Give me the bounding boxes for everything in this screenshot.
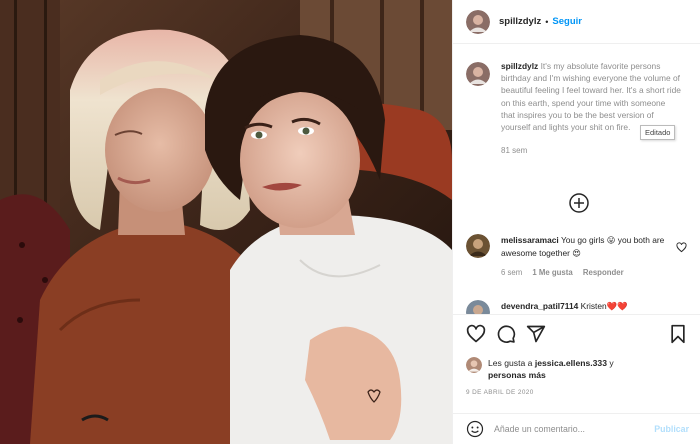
liker-username[interactable]: jessica.ellens.333 <box>535 358 607 368</box>
post-side-panel: spillzdylz • Seguir spillzdylz It's my a… <box>452 0 700 444</box>
caption-body: spillzdylz It's my absolute favorite per… <box>501 60 681 157</box>
caption-avatar[interactable] <box>466 62 490 86</box>
reply-button[interactable]: Responder <box>583 268 624 277</box>
author-username[interactable]: spillzdylz <box>499 16 541 27</box>
caption-username[interactable]: spillzdylz <box>501 61 538 71</box>
follow-button[interactable]: Seguir <box>552 16 582 27</box>
author-avatar[interactable] <box>466 9 490 34</box>
liker-avatar[interactable] <box>466 357 482 373</box>
likes-text: Les gusta a jessica.ellens.333 y persona… <box>488 357 614 381</box>
publish-button[interactable]: Publicar <box>654 424 689 434</box>
comments-list: melissaramaci You go girls 😛 you both ar… <box>453 226 700 314</box>
comment-meta: 6 sem 1 Me gusta Responder <box>501 267 671 280</box>
post-caption: spillzdylz It's my absolute favorite per… <box>466 60 694 157</box>
share-icon[interactable] <box>526 324 546 344</box>
emoji-icon[interactable] <box>466 420 484 438</box>
post-actions: Les gusta a jessica.ellens.333 y persona… <box>453 314 700 442</box>
comment-body: devendra_patil7114 Kristen❤️❤️ <box>501 300 671 314</box>
heart-icon[interactable] <box>466 324 486 344</box>
comment-avatar[interactable] <box>466 234 490 258</box>
bookmark-icon[interactable] <box>668 324 688 344</box>
comment-likes[interactable]: 1 Me gusta <box>532 268 572 277</box>
comment-username[interactable]: melissaramaci <box>501 235 559 245</box>
add-comment-bar: Publicar <box>453 413 700 443</box>
edited-tooltip: Editado <box>640 125 676 140</box>
likes-others-link[interactable]: personas más <box>488 370 546 380</box>
comment-item: melissaramaci You go girls 😛 you both ar… <box>466 234 694 280</box>
likes-prefix: Les gusta a <box>488 358 533 368</box>
comment-time[interactable]: 6 sem <box>501 268 522 277</box>
comment-body: melissaramaci You go girls 😛 you both ar… <box>501 234 671 280</box>
comment-input[interactable] <box>494 423 644 434</box>
likes-suffix: y <box>609 358 614 368</box>
plus-circle-icon <box>569 193 589 213</box>
header-separator: • <box>545 16 549 27</box>
comment-icon[interactable] <box>496 324 516 344</box>
heart-icon[interactable] <box>676 242 687 253</box>
comment-avatar[interactable] <box>466 300 490 314</box>
post-image <box>0 0 452 444</box>
caption-time[interactable]: 81 sem <box>501 145 681 157</box>
caption-text: It's my absolute favorite persons birthd… <box>501 61 681 133</box>
comment-item: devendra_patil7114 Kristen❤️❤️ <box>466 300 694 314</box>
comment-text: Kristen❤️❤️ <box>580 301 628 311</box>
instagram-post: spillzdylz • Seguir spillzdylz It's my a… <box>0 0 700 444</box>
likes-summary: Les gusta a jessica.ellens.333 y persona… <box>466 357 614 381</box>
post-header: spillzdylz • Seguir <box>453 0 700 44</box>
load-more-comments-button[interactable] <box>568 192 590 214</box>
post-date[interactable]: 9 DE ABRIL DE 2020 <box>466 389 534 396</box>
post-photo[interactable] <box>0 0 452 444</box>
comment-username[interactable]: devendra_patil7114 <box>501 301 578 311</box>
